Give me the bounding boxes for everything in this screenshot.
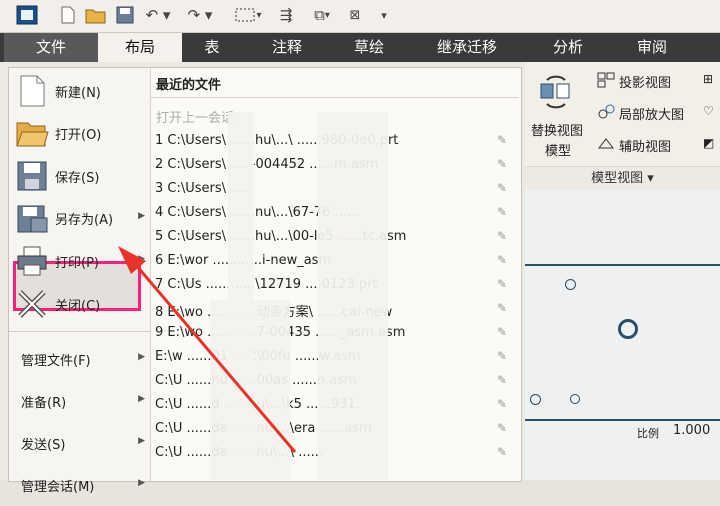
- annotation-arrow: [118, 246, 297, 453]
